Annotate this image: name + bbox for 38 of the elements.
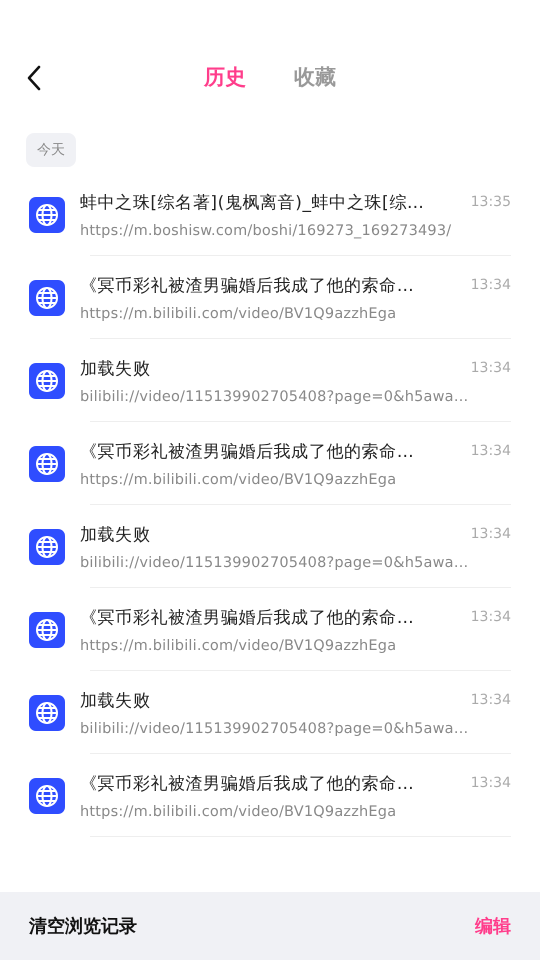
back-icon: [27, 65, 41, 91]
globe-icon: [29, 280, 65, 316]
globe-icon: [29, 528, 65, 564]
page-url: https://m.bilibili.com/video/BV1Q9azzhEga: [80, 306, 398, 322]
globe-icon: [29, 196, 65, 232]
globe-icon: [29, 694, 65, 730]
page-url: bilibili://video/115139902705408?page=0&h5awa…: [80, 720, 470, 736]
visit-time: 13:34: [470, 609, 511, 625]
page-url: https://m.bilibili.com/video/BV1Q9azzhEga: [80, 472, 398, 488]
clear-history-button[interactable]: 清空浏览记录: [29, 914, 137, 938]
tab[interactable]: 历史: [204, 63, 246, 91]
page-url: bilibili://video/115139902705408?page=0&h5awa…: [80, 554, 470, 570]
visit-time: 13:35: [470, 194, 511, 210]
page-url: https://m.bilibili.com/video/BV1Q9azzhEga: [80, 638, 398, 654]
visit-time: 13:34: [470, 526, 511, 542]
page-url: https://m.boshisw.com/boshi/169273_169273493/: [80, 222, 452, 238]
page-title: 《冥币彩礼被渣男骗婚后我成了他的索命…: [80, 440, 414, 462]
page-url: bilibili://video/115139902705408?page=0&h5awa…: [80, 388, 470, 404]
page-title: 加载失败: [80, 690, 150, 712]
globe-icon: [29, 446, 65, 482]
visit-time: 13:34: [470, 692, 511, 708]
page-title: 蚌中之珠[综名著](鬼枫离音)_蚌中之珠[综…: [80, 192, 424, 214]
visit-time: 13:34: [470, 360, 511, 376]
tab[interactable]: 收藏: [294, 63, 336, 91]
page-title: 加载失败: [80, 524, 150, 546]
visit-time: 13:34: [470, 277, 511, 293]
globe-icon: [29, 778, 65, 814]
page-url: https://m.bilibili.com/video/BV1Q9azzhEga: [80, 804, 398, 820]
page-title: 《冥币彩礼被渣男骗婚后我成了他的索命…: [80, 274, 414, 296]
visit-time: 13:34: [470, 775, 511, 791]
globe-icon: [29, 612, 65, 648]
page-title: 《冥币彩礼被渣男骗婚后我成了他的索命…: [80, 606, 414, 628]
visit-time: 13:34: [470, 443, 511, 459]
page-title: 《冥币彩礼被渣男骗婚后我成了他的索命…: [80, 772, 414, 794]
date-label: 今天: [26, 133, 76, 167]
globe-icon: [29, 362, 65, 398]
page-title: 加载失败: [80, 358, 150, 380]
edit-button[interactable]: 编辑: [475, 914, 511, 938]
